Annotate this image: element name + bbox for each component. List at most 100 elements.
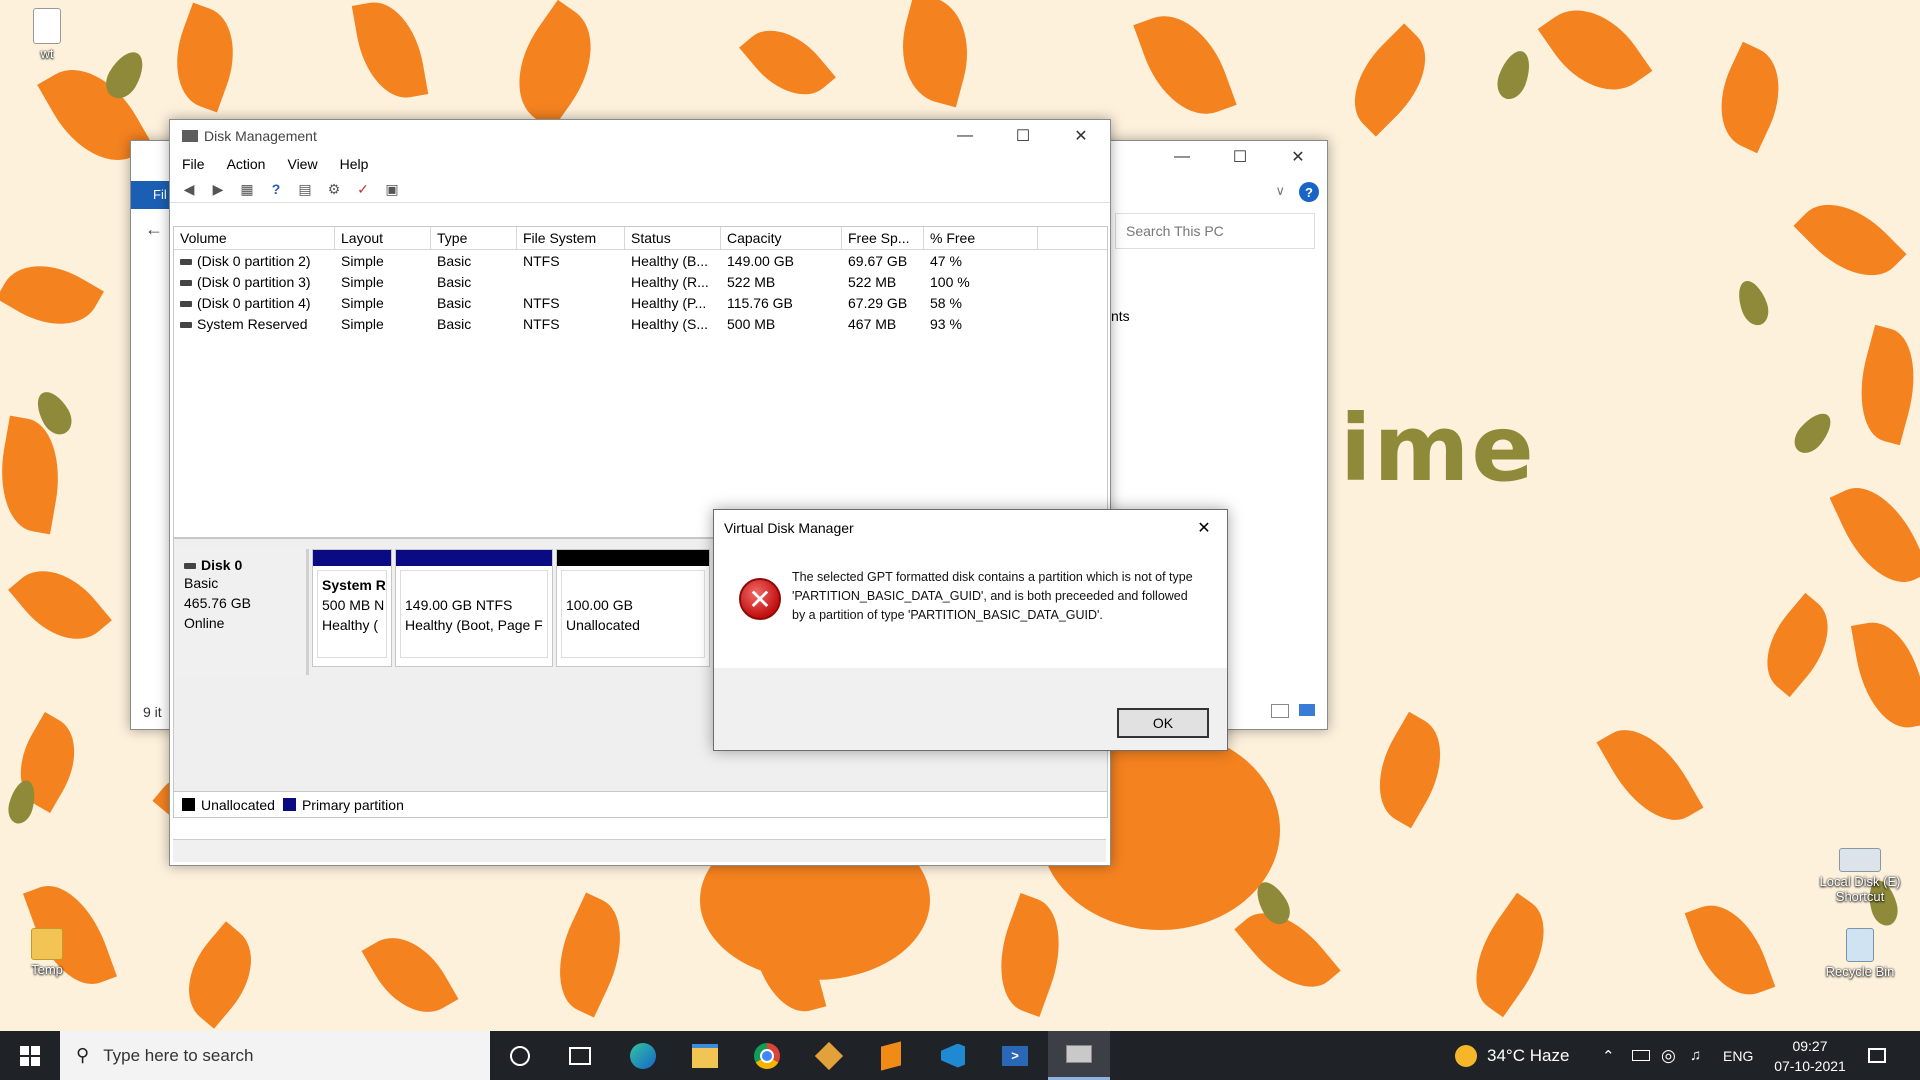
menu-help[interactable]: Help xyxy=(340,156,369,172)
table-row[interactable]: (Disk 0 partition 3) Simple Basic Health… xyxy=(174,271,1107,292)
cortana-icon[interactable] xyxy=(495,1031,545,1080)
language-indicator[interactable]: ENG xyxy=(1723,1031,1753,1080)
desktop-icon-label: Local Disk (E) Shortcut xyxy=(1819,874,1901,904)
column-free-space[interactable]: Free Sp... xyxy=(842,227,924,249)
volume-icon[interactable]: ♫ xyxy=(1690,1031,1701,1080)
desktop-icon-recycle-bin[interactable]: Recycle Bin xyxy=(1810,928,1910,979)
clock-date: 07-10-2021 xyxy=(1774,1057,1846,1074)
partition-boot[interactable]: 149.00 GB NTFS Healthy (Boot, Page F xyxy=(395,549,553,667)
search-this-pc-input[interactable]: Search This PC xyxy=(1115,213,1315,249)
column-type[interactable]: Type xyxy=(431,227,517,249)
cell-file-system: NTFS xyxy=(523,315,560,332)
maximize-button[interactable]: ☐ xyxy=(994,120,1052,152)
cell-capacity: 522 MB xyxy=(727,273,776,290)
partition-name xyxy=(566,575,700,595)
check-icon[interactable]: ✓ xyxy=(352,179,374,199)
close-icon[interactable]: ✕ xyxy=(1181,518,1227,538)
battery-icon[interactable] xyxy=(1632,1031,1650,1080)
legend-primary-swatch xyxy=(282,798,296,811)
cell-percent-free: 58 % xyxy=(930,294,962,311)
recycle-bin-icon xyxy=(1846,928,1874,962)
partition-unallocated[interactable]: 100.00 GB Unallocated xyxy=(556,549,710,667)
menu-action[interactable]: Action xyxy=(227,156,266,172)
taskbar-search-placeholder: Type here to search xyxy=(103,1045,254,1065)
title-bar[interactable]: Disk Management — ☐ ✕ xyxy=(170,120,1110,152)
legend-unallocated-swatch xyxy=(182,798,195,811)
start-button[interactable] xyxy=(0,1031,60,1080)
help-icon[interactable]: ? xyxy=(1299,182,1319,202)
column-status[interactable]: Status xyxy=(625,227,721,249)
notification-icon[interactable] xyxy=(1868,1031,1886,1080)
show-hide-action-pane-icon[interactable]: ▤ xyxy=(294,179,316,199)
dialog-body: ✕ The selected GPT formatted disk contai… xyxy=(714,546,1227,668)
status-bar xyxy=(173,839,1106,862)
back-arrow-icon[interactable]: ← xyxy=(145,219,163,240)
show-hide-console-tree-icon[interactable]: ▦ xyxy=(236,179,258,199)
minimize-button[interactable]: — xyxy=(936,120,994,152)
volume-icon xyxy=(180,300,192,307)
details-view-icon[interactable] xyxy=(1271,704,1289,718)
disk-management-window[interactable]: Disk Management — ☐ ✕ File Action View H… xyxy=(169,119,1111,866)
help-book-icon[interactable]: ? xyxy=(265,179,287,199)
properties-icon[interactable]: ▣ xyxy=(381,179,403,199)
disk-0-label[interactable]: Disk 0 Basic 465.76 GB Online xyxy=(174,549,309,675)
git-icon[interactable] xyxy=(804,1031,854,1080)
ok-button[interactable]: OK xyxy=(1117,708,1209,738)
network-globe-icon[interactable]: ◎ xyxy=(1661,1031,1676,1080)
volume-list[interactable]: Volume Layout Type File System Status Ca… xyxy=(173,226,1108,538)
ribbon-file-tab[interactable]: Fil xyxy=(131,181,171,209)
dialog-title-bar[interactable]: Virtual Disk Manager ✕ xyxy=(714,510,1227,546)
large-icons-view-icon[interactable] xyxy=(1299,704,1315,716)
partition-system-reserved[interactable]: System R 500 MB N Healthy ( xyxy=(312,549,392,667)
sublime-icon[interactable] xyxy=(866,1031,916,1080)
edge-icon[interactable] xyxy=(618,1031,668,1080)
column-capacity[interactable]: Capacity xyxy=(721,227,842,249)
table-row[interactable]: (Disk 0 partition 2) Simple Basic NTFS H… xyxy=(174,250,1107,271)
windows-logo-icon xyxy=(20,1045,40,1066)
clock[interactable]: 09:27 07-10-2021 xyxy=(1765,1031,1855,1080)
column-percent-free[interactable]: % Free xyxy=(924,227,1038,249)
weather-widget[interactable]: 34°C Haze xyxy=(1455,1031,1569,1080)
forward-icon[interactable]: ▶ xyxy=(207,179,229,199)
close-button[interactable]: ✕ xyxy=(1269,141,1327,173)
disk-name: Disk 0 xyxy=(201,557,243,573)
partition-bar xyxy=(557,550,709,566)
close-button[interactable]: ✕ xyxy=(1052,120,1110,152)
cell-capacity: 115.76 GB xyxy=(727,294,793,311)
desktop-icon-temp[interactable]: Temp xyxy=(2,928,92,977)
table-row[interactable]: (Disk 0 partition 4) Simple Basic NTFS H… xyxy=(174,292,1107,313)
desktop-icon-local-disk-shortcut[interactable]: Local Disk (E) Shortcut xyxy=(1810,838,1910,904)
search-icon: ⚲ xyxy=(76,1045,90,1065)
virtual-disk-manager-dialog[interactable]: Virtual Disk Manager ✕ ✕ The selected GP… xyxy=(713,509,1228,751)
show-hidden-icons-chevron-icon[interactable]: ⌃ xyxy=(1602,1031,1615,1080)
menu-file[interactable]: File xyxy=(182,156,205,172)
cell-capacity: 500 MB xyxy=(727,315,776,332)
column-volume[interactable]: Volume xyxy=(174,227,335,249)
volume-icon xyxy=(180,258,192,265)
vscode-icon[interactable] xyxy=(928,1031,978,1080)
legend: Unallocated Primary partition xyxy=(174,791,1107,817)
folder-icon xyxy=(31,928,63,960)
task-view-icon[interactable] xyxy=(555,1031,605,1080)
menu-view[interactable]: View xyxy=(287,156,317,172)
volume-icon xyxy=(180,279,192,286)
chrome-icon[interactable] xyxy=(742,1031,792,1080)
taskbar-search-input[interactable]: ⚲ Type here to search xyxy=(60,1031,490,1080)
disk-management-taskbar-icon[interactable] xyxy=(1048,1031,1110,1080)
dialog-message: The selected GPT formatted disk contains… xyxy=(792,570,1193,622)
disk-type: Basic xyxy=(184,575,219,591)
wallpaper-word: ime xyxy=(1340,395,1536,502)
text-file-icon xyxy=(33,8,61,44)
powershell-icon[interactable]: > xyxy=(990,1031,1040,1080)
chevron-down-icon[interactable]: ∨ xyxy=(1275,183,1285,199)
desktop-icon-wt[interactable]: wt xyxy=(2,8,92,61)
column-layout[interactable]: Layout xyxy=(335,227,431,249)
maximize-button[interactable]: ☐ xyxy=(1211,141,1269,173)
back-icon[interactable]: ◀ xyxy=(178,179,200,199)
connect-virtual-disk-icon[interactable]: ⚙ xyxy=(323,179,345,199)
file-explorer-icon[interactable] xyxy=(680,1031,730,1080)
cell-type: Basic xyxy=(437,294,472,311)
minimize-button[interactable]: — xyxy=(1153,141,1211,173)
column-file-system[interactable]: File System xyxy=(517,227,625,249)
table-row[interactable]: System Reserved Simple Basic NTFS Health… xyxy=(174,313,1107,334)
